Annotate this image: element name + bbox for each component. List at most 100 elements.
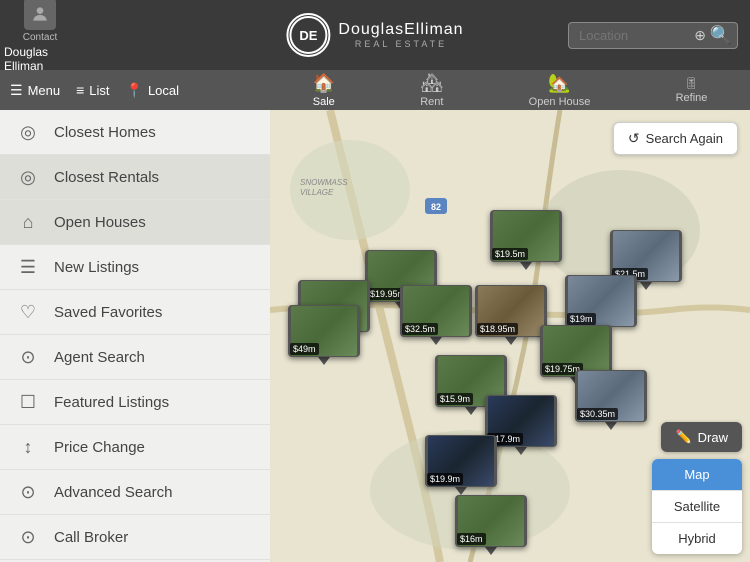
property-pin-p5[interactable]: $32.5m — [400, 285, 472, 345]
closest-rentals-icon: ◎ — [16, 165, 40, 189]
pin-card: $16m — [455, 495, 527, 547]
open-houses-icon: ⌂ — [16, 210, 40, 234]
property-pin-p11[interactable]: $30.35m — [575, 370, 647, 430]
price-change-label: Price Change — [54, 439, 145, 456]
logo-icon: DE — [286, 13, 330, 57]
pin-pointer — [505, 337, 517, 345]
open-houses-label: Open Houses — [54, 214, 146, 231]
open-house-label: Open House — [529, 96, 591, 108]
pin-price: $30.35m — [577, 408, 618, 420]
pin-pointer — [605, 422, 617, 430]
sidebar-item-price-change[interactable]: ↕ Price Change — [0, 425, 270, 470]
pin-pointer — [318, 357, 330, 365]
list-icon: ≡ — [76, 82, 84, 98]
subheader: ☰ Menu ≡ List 📍 Local 🏠 Sale 🏘 Rent 🏡 Op… — [0, 70, 750, 110]
draw-button[interactable]: ✏️ Draw — [661, 422, 742, 452]
pin-price: $19.5m — [492, 248, 528, 260]
tab-open-house[interactable]: 🏡 Open House — [529, 73, 591, 108]
sidebar-item-open-houses[interactable]: ⌂ Open Houses — [0, 200, 270, 245]
pin-price: $15.9m — [437, 393, 473, 405]
subheader-right: 🏠 Sale 🏘 Rent 🏡 Open House 🎚 Refine — [270, 73, 750, 108]
search-again-label: Search Again — [646, 131, 723, 146]
new-listings-icon: ☰ — [16, 255, 40, 279]
sale-icon: 🏠 — [313, 73, 335, 94]
list-button[interactable]: ≡ List — [76, 82, 109, 98]
search-icon[interactable]: 🔍 — [710, 25, 732, 46]
rent-label: Rent — [420, 96, 443, 108]
header-left: Contact Douglas Elliman — [0, 0, 80, 73]
pin-price: $32.5m — [402, 323, 438, 335]
tab-rent[interactable]: 🏘 Rent — [420, 73, 443, 108]
map-area[interactable]: 82 SNOWMASS VILLAGE $19.5m $19.95m $21.5… — [270, 110, 750, 562]
pin-price: $16m — [457, 533, 486, 545]
sidebar-item-featured-listings[interactable]: ☐ Featured Listings — [0, 380, 270, 425]
open-house-icon: 🏡 — [548, 73, 570, 94]
pin-price: $18.95m — [477, 323, 518, 335]
property-pin-p14[interactable]: $16m — [455, 495, 527, 555]
pin-pointer — [640, 282, 652, 290]
pin-pointer — [455, 487, 467, 495]
featured-listings-icon: ☐ — [16, 390, 40, 414]
logo-brand: DouglasElliman — [338, 21, 463, 39]
sidebar-item-closest-rentals[interactable]: ◎ Closest Rentals — [0, 155, 270, 200]
pin-pointer — [465, 407, 477, 415]
sidebar-item-new-listings[interactable]: ☰ New Listings — [0, 245, 270, 290]
header-logo: DE DouglasElliman REAL ESTATE — [286, 13, 463, 57]
advanced-search-label: Advanced Search — [54, 484, 172, 501]
menu-button[interactable]: ☰ Menu — [10, 82, 60, 99]
sidebar-item-agent-search[interactable]: ⊙ Agent Search — [0, 335, 270, 380]
new-listings-label: New Listings — [54, 259, 139, 276]
refresh-icon: ↺ — [628, 130, 640, 147]
pencil-icon: ✏️ — [675, 429, 691, 445]
closest-rentals-label: Closest Rentals — [54, 169, 159, 186]
sidebar-item-saved-favorites[interactable]: ♡ Saved Favorites — [0, 290, 270, 335]
pin-card: $49m — [288, 305, 360, 357]
pin-price: $49m — [290, 343, 319, 355]
sidebar-item-closest-homes[interactable]: ◎ Closest Homes — [0, 110, 270, 155]
property-pin-p8[interactable]: $49m — [288, 305, 360, 365]
map-type-map[interactable]: Map — [652, 459, 742, 491]
pin-price: $19m — [567, 313, 596, 325]
property-pin-p1[interactable]: $19.5m — [490, 210, 562, 270]
broker-name: Douglas Elliman — [4, 45, 80, 73]
pin-pointer — [515, 447, 527, 455]
sidebar-item-advanced-search[interactable]: ⊙ Advanced Search — [0, 470, 270, 515]
local-button[interactable]: 📍 Local — [126, 82, 180, 99]
main-content: ◎ Closest Homes ◎ Closest Rentals ⌂ Open… — [0, 110, 750, 562]
saved-favorites-icon: ♡ — [16, 300, 40, 324]
pin-pointer — [485, 547, 497, 555]
tab-sale[interactable]: 🏠 Sale — [313, 73, 335, 108]
featured-listings-label: Featured Listings — [54, 394, 169, 411]
contact-label[interactable]: Contact — [23, 32, 57, 43]
logo-sub: REAL ESTATE — [338, 39, 463, 49]
menu-label: Menu — [28, 83, 61, 98]
advanced-search-icon: ⊙ — [16, 480, 40, 504]
map-type-hybrid[interactable]: Hybrid — [652, 523, 742, 554]
tab-refine[interactable]: 🎚 Refine — [676, 77, 708, 104]
property-pin-p13[interactable]: $19.9m — [425, 435, 497, 495]
location-icon: ⊕ — [694, 27, 706, 44]
agent-search-label: Agent Search — [54, 349, 145, 366]
list-label: List — [89, 83, 109, 98]
pin-card: $19m — [565, 275, 637, 327]
closest-homes-icon: ◎ — [16, 120, 40, 144]
pin-card: $32.5m — [400, 285, 472, 337]
pin-card: $19.5m — [490, 210, 562, 262]
draw-label: Draw — [698, 430, 728, 445]
search-again-button[interactable]: ↺ Search Again — [613, 122, 738, 155]
map-type-satellite[interactable]: Satellite — [652, 491, 742, 523]
rent-icon: 🏘 — [420, 73, 443, 94]
sidebar-item-call-broker[interactable]: ⊙ Call Broker — [0, 515, 270, 560]
closest-homes-label: Closest Homes — [54, 124, 156, 141]
call-broker-icon: ⊙ — [16, 525, 40, 549]
contact-avatar[interactable] — [24, 0, 56, 30]
local-icon: 📍 — [126, 82, 143, 99]
pin-pointer — [520, 262, 532, 270]
property-pin-p6[interactable]: $18.95m — [475, 285, 547, 345]
pin-pointer — [430, 337, 442, 345]
pin-card: $19.9m — [425, 435, 497, 487]
menu-icon: ☰ — [10, 82, 23, 99]
header-right: ⊕ 🔍 — [568, 22, 738, 49]
local-label: Local — [148, 83, 179, 98]
header: Contact Douglas Elliman DE DouglasEllima… — [0, 0, 750, 70]
